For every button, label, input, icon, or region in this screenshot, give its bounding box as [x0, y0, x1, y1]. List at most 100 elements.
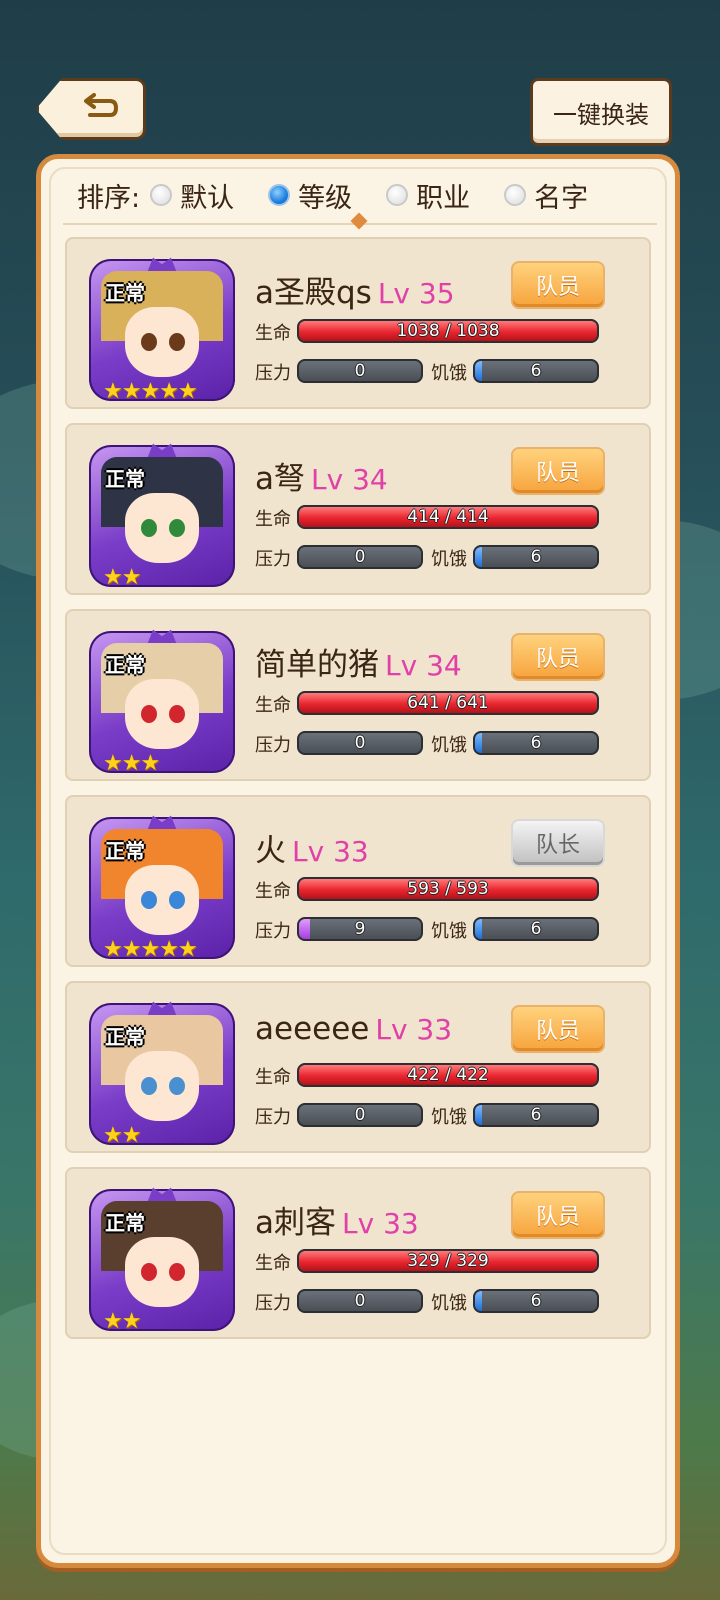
- radio-icon[interactable]: [386, 184, 409, 206]
- hp-bar: 329 / 329: [297, 1249, 599, 1273]
- character-portrait[interactable]: 正常 ★ ★ ★ ★ ★: [89, 809, 235, 962]
- avatar-eye: [169, 519, 185, 537]
- star-icon: ★: [121, 751, 142, 776]
- name-row: a圣殿qs Lv 35: [255, 267, 455, 312]
- stress-label: 压力: [255, 363, 291, 384]
- role-button[interactable]: 队员: [511, 633, 605, 681]
- character-portrait[interactable]: 正常 ★ ★: [89, 995, 235, 1148]
- avatar-face: [125, 1051, 199, 1121]
- hunger-label: 饥饿: [431, 1293, 467, 1314]
- hp-label: 生命: [255, 1253, 291, 1274]
- avatar-face: [125, 307, 199, 377]
- hunger-label: 饥饿: [431, 1107, 467, 1128]
- hp-label: 生命: [255, 881, 291, 902]
- role-button[interactable]: 队员: [511, 1191, 605, 1239]
- hp-label: 生命: [255, 509, 291, 530]
- equip-all-button[interactable]: 一键换装: [530, 78, 672, 146]
- stress-bar: 9: [297, 917, 423, 941]
- hunger-label: 饥饿: [431, 921, 467, 942]
- stress-bar: 0: [297, 1103, 423, 1127]
- sort-option-level[interactable]: 等级: [268, 176, 352, 215]
- avatar-eye: [169, 705, 185, 723]
- hunger-bar: 6: [473, 359, 599, 383]
- star-icon: ★: [103, 751, 123, 776]
- hp-value: 329 / 329: [407, 1251, 489, 1271]
- character-card[interactable]: 正常 ★ ★ a弩 Lv 34 队员 生命 414 / 414 压力 0 饥饿 6: [65, 423, 651, 595]
- status-badge: 正常: [105, 1025, 145, 1049]
- status-badge: 正常: [105, 467, 145, 491]
- role-button[interactable]: 队员: [511, 261, 605, 309]
- star-rating: ★ ★ ★ ★ ★: [103, 937, 198, 962]
- character-level: Lv 33: [375, 1013, 453, 1046]
- hunger-value: 6: [530, 361, 542, 381]
- hp-label: 生命: [255, 1067, 291, 1088]
- hp-value: 422 / 422: [407, 1065, 489, 1085]
- avatar-eye: [169, 891, 185, 909]
- hp-bar: 1038 / 1038: [297, 319, 599, 343]
- character-name: a弩: [255, 461, 305, 497]
- stress-label: 压力: [255, 1293, 291, 1314]
- star-rating: ★ ★ ★: [103, 751, 160, 776]
- role-button[interactable]: 队员: [511, 447, 605, 495]
- role-button[interactable]: 队员: [511, 1005, 605, 1053]
- character-card[interactable]: 正常 ★ ★ ★ 简单的猪 Lv 34 队员 生命 641 / 641 压力 0 饥…: [65, 609, 651, 781]
- sort-row: 排序: 默认 等级 职业 名字: [77, 175, 622, 215]
- stress-label: 压力: [255, 921, 291, 942]
- character-portrait[interactable]: 正常 ★ ★ ★ ★ ★: [89, 251, 235, 404]
- hp-bar: 414 / 414: [297, 505, 599, 529]
- hp-bar: 593 / 593: [297, 877, 599, 901]
- radio-icon[interactable]: [504, 184, 527, 206]
- star-icon: ★: [121, 379, 142, 404]
- avatar-face: [125, 865, 199, 935]
- sort-option-label: 默认: [180, 182, 235, 214]
- stress-label: 压力: [255, 735, 291, 756]
- stress-bar: 0: [297, 1289, 423, 1313]
- radio-icon[interactable]: [268, 184, 291, 206]
- star-icon: ★: [177, 937, 198, 962]
- character-level: Lv 34: [311, 463, 388, 496]
- avatar-face: [125, 493, 199, 563]
- name-row: a弩 Lv 34: [255, 453, 388, 498]
- character-card[interactable]: 正常 ★ ★ ★ ★ ★ a圣殿qs Lv 35 队员 生命 1038 / 1038 压…: [65, 237, 651, 409]
- stress-value: 0: [354, 1105, 366, 1125]
- back-button[interactable]: [36, 78, 146, 140]
- hp-label: 生命: [255, 695, 291, 716]
- star-icon: ★: [140, 937, 160, 962]
- star-icon: ★: [121, 565, 142, 590]
- character-portrait[interactable]: 正常 ★ ★ ★: [89, 623, 235, 776]
- character-level: Lv 33: [342, 1207, 419, 1240]
- star-icon: ★: [159, 379, 179, 404]
- hunger-label: 饥饿: [431, 735, 467, 756]
- star-icon: ★: [121, 937, 142, 962]
- hp-value: 1038 / 1038: [396, 321, 500, 341]
- name-row: 简单的猪 Lv 34: [255, 639, 462, 684]
- star-icon: ★: [177, 379, 198, 404]
- hp-value: 641 / 641: [407, 693, 489, 713]
- sort-option-label: 名字: [534, 182, 589, 214]
- sort-option-class[interactable]: 职业: [386, 176, 470, 215]
- sort-option-label: 职业: [416, 182, 471, 214]
- character-portrait[interactable]: 正常 ★ ★: [89, 437, 235, 590]
- sort-option-name[interactable]: 名字: [504, 176, 588, 215]
- role-button[interactable]: 队长: [511, 819, 605, 867]
- character-card[interactable]: 正常 ★ ★ ★ ★ ★ 火 Lv 33 队长 生命 593 / 593 压力 9 饥饿…: [65, 795, 651, 967]
- star-rating: ★ ★: [103, 565, 142, 590]
- star-icon: ★: [103, 379, 123, 404]
- stress-value: 0: [354, 1291, 366, 1311]
- hunger-value: 6: [530, 733, 542, 753]
- star-icon: ★: [103, 1309, 123, 1334]
- star-rating: ★ ★: [103, 1309, 141, 1334]
- character-card[interactable]: 正常 ★ ★ a刺客 Lv 33 队员 生命 329 / 329 压力 0 饥饿 …: [65, 1167, 651, 1339]
- hunger-value: 6: [530, 919, 542, 939]
- radio-icon[interactable]: [150, 184, 173, 206]
- avatar-face: [125, 679, 199, 749]
- sort-option-default[interactable]: 默认: [150, 176, 234, 215]
- stress-value: 0: [354, 733, 366, 753]
- avatar-face: [125, 1237, 199, 1307]
- character-name: aeeeee: [255, 1011, 370, 1047]
- avatar-eye: [169, 1077, 185, 1095]
- hp-bar: 422 / 422: [297, 1063, 599, 1087]
- character-card[interactable]: 正常 ★ ★ aeeeee Lv 33 队员 生命 422 / 422 压力 0 …: [65, 981, 651, 1153]
- avatar-eye: [141, 705, 157, 723]
- character-portrait[interactable]: 正常 ★ ★: [89, 1181, 235, 1334]
